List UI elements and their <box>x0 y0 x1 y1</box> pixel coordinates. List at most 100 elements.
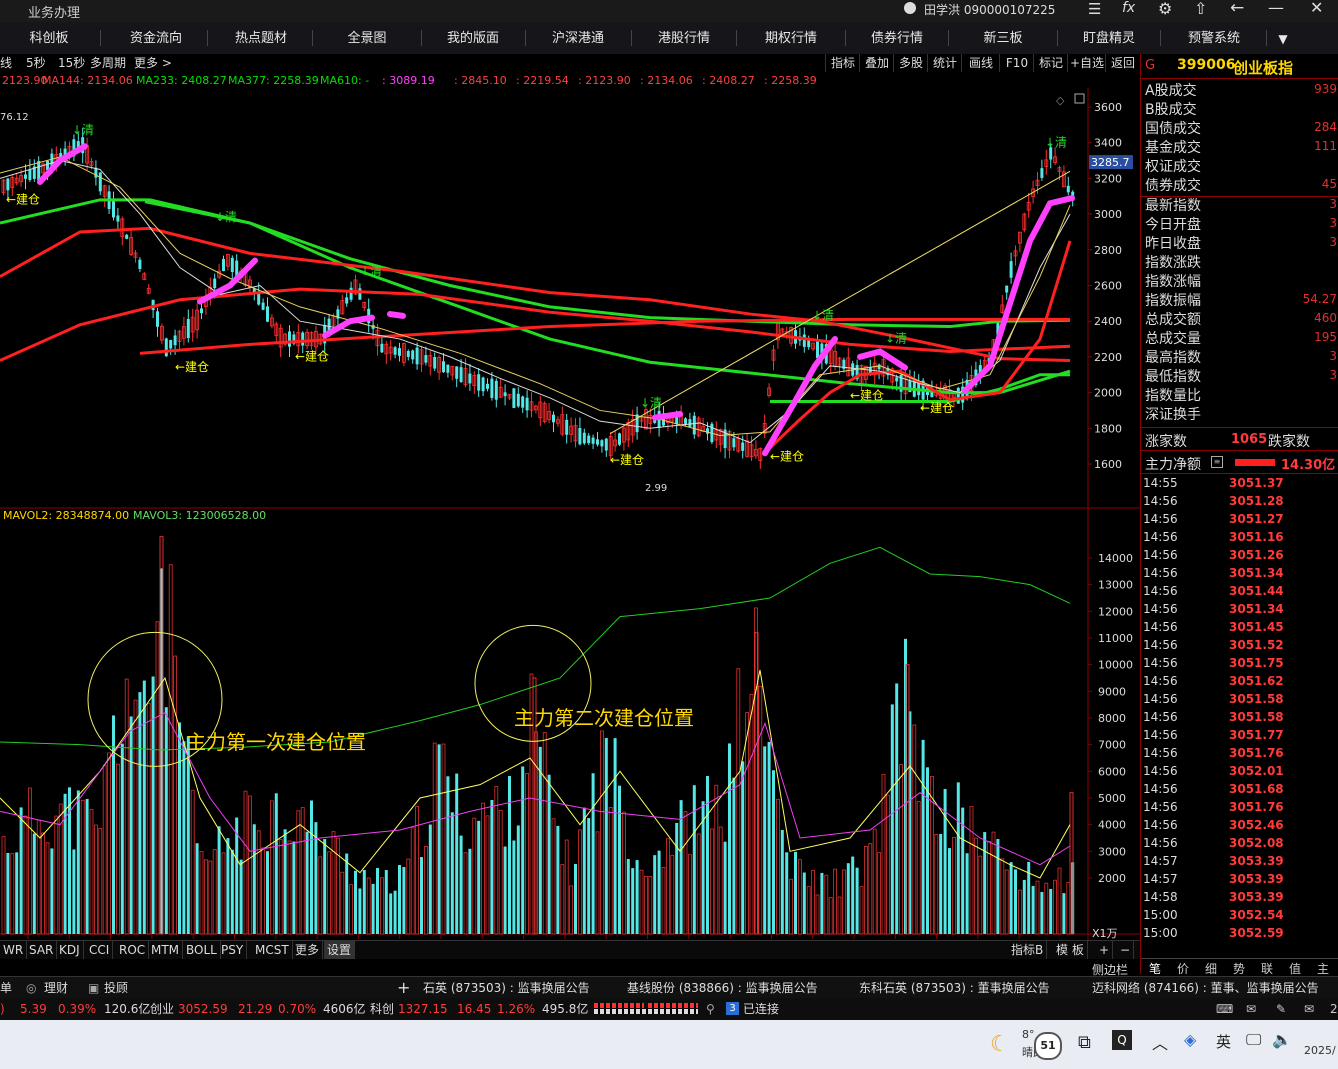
toolbar-add-watch-button[interactable]: +自选 <box>1067 54 1106 72</box>
toolbar-back-button[interactable]: 返回 <box>1105 54 1140 72</box>
settings-icon[interactable]: ⚙ <box>1158 0 1172 18</box>
nav-item-alerts[interactable]: 预警系统 <box>1164 22 1264 54</box>
indicator-tab[interactable]: 设置 <box>324 941 356 959</box>
chevron-up-icon[interactable]: ︿ <box>1152 1030 1168 1054</box>
period-5s[interactable]: 5秒 <box>26 54 46 72</box>
nav-item-bonds[interactable]: 债券行情 <box>850 22 944 54</box>
toolbar-stats-button[interactable]: 统计 <box>927 54 962 72</box>
news-left-tougu[interactable]: 投顾 <box>104 977 128 999</box>
nav-item-my-layout[interactable]: 我的版面 <box>425 22 521 54</box>
news-left-licai[interactable]: 理财 <box>44 977 68 999</box>
notification-badge[interactable]: 51 <box>1034 1032 1062 1060</box>
volume-bar <box>560 864 565 935</box>
fx-icon[interactable]: fx <box>1122 0 1135 16</box>
indicator-tab[interactable]: MCST <box>252 941 293 959</box>
upload-icon[interactable]: ⇧ <box>1194 0 1207 18</box>
nav-item-neeq[interactable]: 新三板 <box>953 22 1053 54</box>
close-icon[interactable]: ✕ <box>1310 0 1323 17</box>
period-multi[interactable]: 多周期 <box>90 54 126 72</box>
nav-item-monitor[interactable]: 盯盘精灵 <box>1062 22 1156 54</box>
keyboard-icon[interactable]: ⌨ <box>1216 998 1233 1020</box>
ime-indicator[interactable]: 英 <box>1216 1031 1231 1052</box>
jiancang-label: ←建仓 <box>610 453 644 467</box>
menu-business[interactable]: 业务办理 <box>28 2 80 21</box>
list-icon[interactable]: ☰ <box>1088 0 1101 18</box>
zoom-in-button[interactable]: + <box>1096 941 1114 959</box>
indicator-tab[interactable]: 更多 <box>292 941 324 959</box>
nav-item-fund-flow[interactable]: 资金流向 <box>110 22 202 54</box>
toolbar-multi-stock-button[interactable]: 多股 <box>893 54 928 72</box>
volume-bar <box>208 860 213 935</box>
kc-label: 科创 <box>370 1002 395 1016</box>
nav-item-connect[interactable]: 沪深港通 <box>530 22 626 54</box>
indicator-tab[interactable]: MTM <box>148 941 184 959</box>
indicator-tab[interactable]: ROC <box>116 941 150 959</box>
toolbar-overlay-button[interactable]: 叠加 <box>859 54 894 72</box>
status-bar: ) 5.39 0.39% 120.6亿 创业 3052.59 21.29 0.7… <box>0 998 1338 1020</box>
net-flow-icon[interactable]: ≡ <box>1211 456 1223 468</box>
indicator-b-button[interactable]: 指标B <box>1008 941 1048 959</box>
nav-item-kechuang[interactable]: 科创板 <box>10 22 88 54</box>
mail-icon[interactable]: ✉ <box>1304 998 1314 1020</box>
news-item-3[interactable]: 迈科网络 (874166) : 董事、监事换届公告 <box>1092 977 1319 999</box>
news-item-0[interactable]: 石英 (873503) : 监事换届公告 <box>423 977 590 999</box>
candle-body <box>138 259 142 269</box>
indicator-tab[interactable]: WR <box>0 941 28 959</box>
period-15s[interactable]: 15秒 <box>58 54 85 72</box>
toolbar-draw-button[interactable]: 画线 <box>961 54 1000 72</box>
indicator-tab[interactable]: PSY <box>218 941 248 959</box>
news-item-2[interactable]: 东科石英 (873503) : 董事换届公告 <box>859 977 1050 999</box>
news-item-1[interactable]: 基线股份 (838866) : 监事换届公告 <box>627 977 818 999</box>
tick-tab[interactable]: 联 <box>1261 960 1273 977</box>
template-button[interactable]: 模 板 <box>1053 941 1088 959</box>
network-icon[interactable]: 🖵 <box>1246 1030 1261 1050</box>
weather-moon-icon[interactable]: ☾ <box>990 1032 1010 1057</box>
indicator-tab[interactable]: CCI <box>86 941 114 959</box>
volume-bar <box>811 869 815 935</box>
toolbar-f10-button[interactable]: F10 <box>999 54 1034 72</box>
security-icon[interactable]: ◈ <box>1184 1030 1196 1049</box>
add-icon[interactable]: + <box>397 977 410 999</box>
back-icon[interactable]: ← <box>1230 0 1244 18</box>
volume-bar <box>379 877 384 935</box>
search-icon[interactable]: Q <box>1112 1030 1132 1050</box>
period-line[interactable]: 线 <box>0 54 12 72</box>
qing-label: ↓清 <box>72 123 94 137</box>
nav-item-hk-market[interactable]: 港股行情 <box>636 22 732 54</box>
nav-item-panorama[interactable]: 全景图 <box>318 22 416 54</box>
news-left-0[interactable]: 单 <box>0 977 12 999</box>
more-status-icon[interactable]: 2 <box>1330 998 1338 1020</box>
tick-tab[interactable]: 价 <box>1177 960 1189 977</box>
indicator-tab[interactable]: BOLL <box>183 941 221 959</box>
nav-item-hot-topics[interactable]: 热点题材 <box>214 22 308 54</box>
tick-tab[interactable]: 细 <box>1205 960 1217 977</box>
zoom-out-button[interactable]: − <box>1117 941 1135 959</box>
tick-tab[interactable]: 值 <box>1289 960 1301 977</box>
indicator-tab[interactable]: SAR <box>26 941 58 959</box>
tick-tab[interactable]: 主 <box>1317 960 1329 977</box>
minimize-icon[interactable]: — <box>1268 0 1284 17</box>
diamond-icon[interactable]: ◇ <box>1056 94 1065 107</box>
volume-bar <box>212 849 217 935</box>
nav-item-options[interactable]: 期权行情 <box>741 22 841 54</box>
candle-body <box>1005 285 1009 293</box>
nav-divider <box>736 30 737 46</box>
message-icon[interactable]: ✉ <box>1246 998 1256 1020</box>
tools-icon[interactable]: ✎ <box>1276 998 1286 1020</box>
volume-bar <box>758 685 763 935</box>
toolbar-indicator-button[interactable]: 指标 <box>825 54 860 72</box>
nav-more-chevron-icon[interactable]: ▼ <box>1268 22 1298 54</box>
period-more[interactable]: 更多 > <box>134 54 172 72</box>
connection-status[interactable]: 已连接 <box>743 998 779 1020</box>
clock-date[interactable]: 2025/ <box>1304 1044 1336 1057</box>
indicator-tab[interactable]: KDJ <box>56 941 84 959</box>
candlestick-chart[interactable]: ◇ 3600 3400 3200 3000 2800 2600 2400 2200 2000 180… <box>0 72 1140 972</box>
toolbar-mark-button[interactable]: 标记 <box>1033 54 1068 72</box>
user-account[interactable]: 田学洪 09000010722​5 <box>924 1 1055 18</box>
window-toggle-icon[interactable] <box>1074 93 1085 104</box>
tick-tab[interactable]: 笔 <box>1149 960 1161 977</box>
screenshot-icon[interactable]: ⧉ <box>1078 1032 1091 1053</box>
volume-icon[interactable]: 🔈 <box>1272 1030 1292 1049</box>
signal-line <box>387 311 406 319</box>
tick-tab[interactable]: 势 <box>1233 960 1245 977</box>
